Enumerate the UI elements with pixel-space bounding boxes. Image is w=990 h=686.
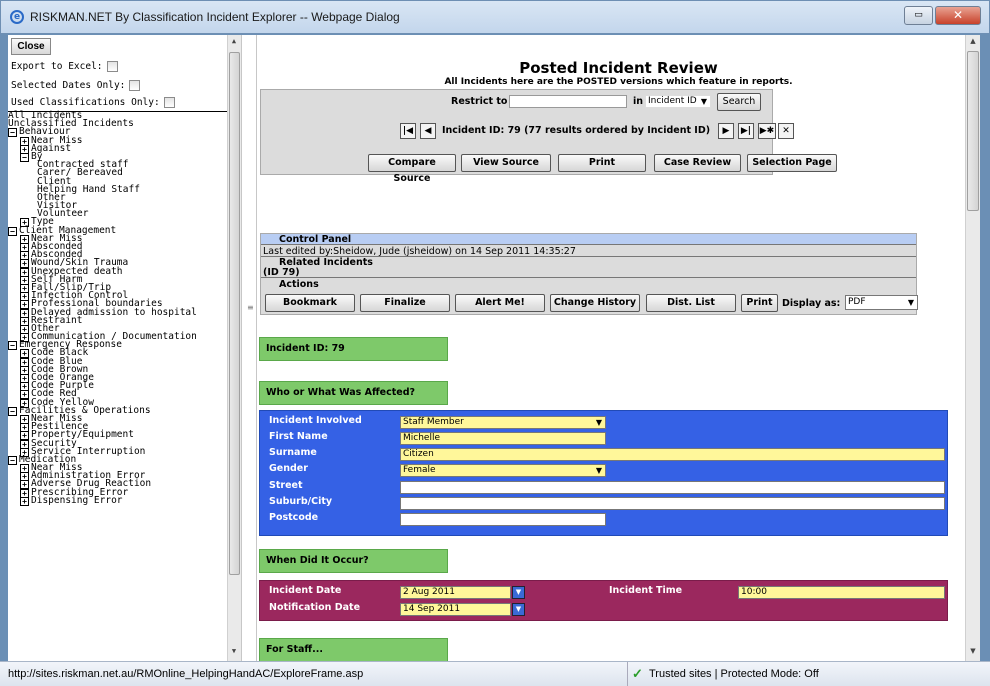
status-url: http://sites.riskman.net.au/RMOnline_Hel… bbox=[8, 668, 364, 680]
first-record-button[interactable]: |◀ bbox=[400, 123, 416, 139]
window-titlebar: e RISKMAN.NET By Classification Incident… bbox=[0, 0, 990, 34]
surname-field[interactable]: Citizen bbox=[400, 448, 945, 461]
dropdown-arrow-icon: ▼ bbox=[595, 466, 602, 475]
for-staff-tab: For Staff... bbox=[259, 638, 448, 661]
suburb-city-field[interactable] bbox=[400, 497, 945, 510]
security-zone-text: Trusted sites | Protected Mode: Off bbox=[649, 668, 819, 680]
splitter-grip-icon: ≡ bbox=[247, 303, 254, 312]
pane-splitter[interactable]: ≡ bbox=[241, 35, 257, 661]
page-title: Posted Incident Review bbox=[519, 59, 718, 77]
scroll-down-arrow-icon[interactable]: ▼ bbox=[967, 647, 979, 655]
case-review-button[interactable]: Case Review bbox=[654, 154, 741, 172]
tree-scrollbar[interactable]: ▲ ▼ bbox=[227, 35, 241, 661]
export-excel-checkbox[interactable] bbox=[106, 60, 118, 72]
scroll-up-arrow-icon[interactable]: ▲ bbox=[967, 37, 979, 45]
collapse-icon[interactable]: − bbox=[8, 455, 17, 465]
collapse-icon[interactable]: − bbox=[8, 406, 17, 416]
control-panel-heading: Control Panel bbox=[261, 234, 916, 245]
incident-review-pane: Posted Incident Review All Incidents her… bbox=[257, 35, 980, 661]
collapse-icon[interactable]: − bbox=[8, 341, 17, 351]
collapse-icon[interactable]: − bbox=[8, 226, 17, 236]
compare-source-button[interactable]: Compare Source bbox=[368, 154, 456, 184]
previous-record-button[interactable]: ◀ bbox=[420, 123, 436, 139]
when-occur-tab: When Did It Occur? bbox=[259, 549, 448, 573]
tree-scroll-thumb[interactable] bbox=[229, 52, 240, 575]
incident-time-field[interactable]: 10:00 bbox=[738, 586, 945, 599]
selected-dates-option: Selected Dates Only: bbox=[11, 78, 141, 92]
used-classifications-checkbox[interactable] bbox=[163, 96, 175, 108]
scroll-down-arrow-icon[interactable]: ▼ bbox=[228, 647, 240, 655]
search-panel: Restrict to in Incident ID ▼ Search |◀ ◀ … bbox=[260, 89, 837, 184]
change-history-button[interactable]: Change History bbox=[550, 294, 640, 312]
tree-node[interactable]: + Dispensing Error bbox=[8, 495, 228, 506]
incident-id-tab: Incident ID: 79 bbox=[259, 337, 448, 361]
selection-page-button[interactable]: Selection Page bbox=[747, 154, 837, 172]
record-position-text: Incident ID: 79 (77 results ordered by I… bbox=[442, 125, 711, 136]
ie-icon: e bbox=[10, 10, 24, 24]
new-record-button[interactable]: ▶✱ bbox=[758, 123, 776, 139]
main-scroll-thumb[interactable] bbox=[967, 51, 979, 211]
used-classifications-option: Used Classifications Only: bbox=[11, 95, 175, 109]
window-title: RISKMAN.NET By Classification Incident E… bbox=[30, 10, 400, 24]
selected-dates-checkbox[interactable] bbox=[129, 79, 141, 91]
window-close-button[interactable]: ✕ bbox=[935, 6, 981, 25]
trusted-check-icon: ✓ bbox=[632, 666, 643, 681]
display-as-select[interactable]: PDF ▼ bbox=[845, 295, 918, 310]
restrict-field-select[interactable]: Incident ID ▼ bbox=[645, 95, 711, 108]
collapse-icon[interactable]: − bbox=[20, 152, 29, 162]
dropdown-arrow-icon: ▼ bbox=[595, 418, 602, 427]
search-button[interactable]: Search bbox=[717, 93, 761, 111]
last-record-button[interactable]: ▶| bbox=[738, 123, 754, 139]
incident-date-field[interactable]: 2 Aug 2011 bbox=[400, 586, 511, 599]
incident-involved-select[interactable]: Staff Member ▼ bbox=[400, 416, 606, 429]
collapse-icon[interactable]: − bbox=[8, 128, 17, 138]
status-divider bbox=[627, 662, 628, 686]
who-affected-section: Incident Involved Staff Member ▼ First Na… bbox=[259, 410, 948, 536]
restore-button[interactable]: ▭ bbox=[904, 6, 933, 25]
alert-me-button[interactable]: Alert Me! bbox=[455, 294, 545, 312]
tree-node-label[interactable]: Dispensing Error bbox=[31, 495, 123, 506]
main-scrollbar[interactable]: ▲ ▼ bbox=[965, 35, 980, 661]
dropdown-arrow-icon: ▼ bbox=[907, 298, 914, 307]
dist-list-button[interactable]: Dist. List bbox=[646, 294, 736, 312]
page-subtitle: All Incidents here are the POSTED versio… bbox=[444, 77, 793, 87]
restrict-input[interactable] bbox=[509, 95, 627, 108]
finalize-button[interactable]: Finalize bbox=[360, 294, 450, 312]
first-name-field[interactable]: Michelle bbox=[400, 432, 606, 445]
print-button[interactable]: Print bbox=[558, 154, 646, 172]
bookmark-button[interactable]: Bookmark bbox=[265, 294, 355, 312]
who-affected-tab: Who or What Was Affected? bbox=[259, 381, 448, 405]
next-record-button[interactable]: ▶ bbox=[718, 123, 734, 139]
view-source-button[interactable]: View Source bbox=[461, 154, 551, 172]
when-occur-section: Incident Date 2 Aug 2011 ▼ Incident Time… bbox=[259, 580, 948, 621]
delete-record-button[interactable]: ✕ bbox=[778, 123, 794, 139]
expand-icon[interactable]: + bbox=[20, 496, 29, 506]
scroll-up-arrow-icon[interactable]: ▲ bbox=[228, 37, 240, 45]
related-incident-link[interactable]: (ID 79) bbox=[261, 267, 916, 278]
classification-tree-pane: Close Export to Excel: Selected Dates On… bbox=[8, 35, 241, 661]
gender-select[interactable]: Female ▼ bbox=[400, 464, 606, 477]
control-print-button[interactable]: Print bbox=[741, 294, 778, 312]
notification-date-picker-icon[interactable]: ▼ bbox=[512, 603, 525, 616]
control-panel: Control Panel Last edited by:Sheidow, Ju… bbox=[260, 233, 918, 315]
status-bar: http://sites.riskman.net.au/RMOnline_Hel… bbox=[0, 661, 990, 686]
close-button[interactable]: Close bbox=[11, 38, 51, 55]
postcode-field[interactable] bbox=[400, 513, 606, 526]
incident-date-picker-icon[interactable]: ▼ bbox=[512, 586, 525, 599]
export-excel-option: Export to Excel: bbox=[11, 59, 118, 73]
last-edited-text: Last edited by:Sheidow, Jude (jsheidow) … bbox=[261, 246, 916, 257]
dropdown-arrow-icon: ▼ bbox=[700, 97, 707, 106]
notification-date-field[interactable]: 14 Sep 2011 bbox=[400, 603, 511, 616]
street-field[interactable] bbox=[400, 481, 945, 494]
classification-tree: All Incidents Unclassified Incidents − Beha… bbox=[8, 111, 228, 506]
